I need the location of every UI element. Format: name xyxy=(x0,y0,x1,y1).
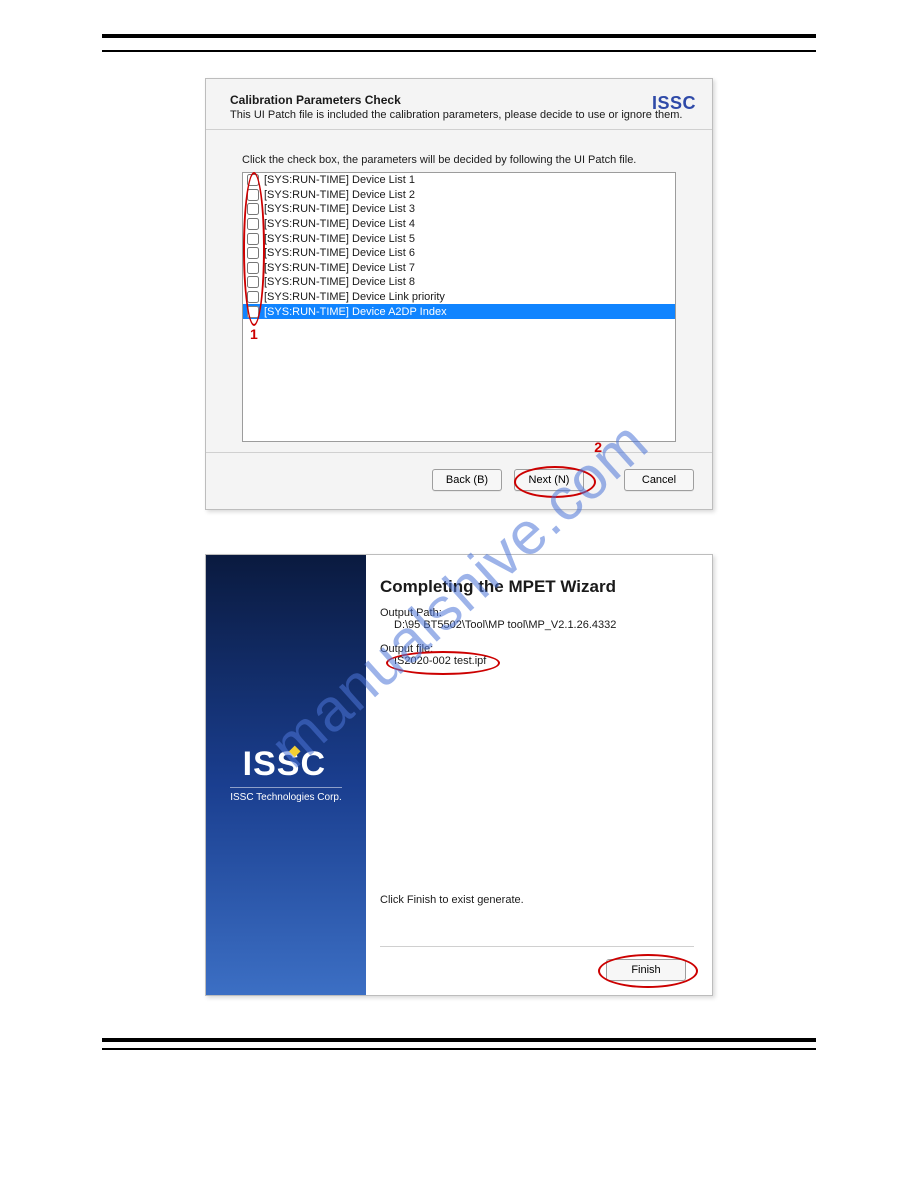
list-item-label: [SYS:RUN-TIME] Device List 8 xyxy=(264,276,415,288)
finish-button[interactable]: Finish xyxy=(606,959,686,981)
dialog-button-row: Back (B) Next (N) Cancel 2 xyxy=(206,452,712,509)
list-item[interactable]: [SYS:RUN-TIME] Device List 1 xyxy=(243,173,675,188)
list-item-label: [SYS:RUN-TIME] Device List 2 xyxy=(264,189,415,201)
output-file-text: IS2020-002 test.ipf xyxy=(394,655,486,667)
list-item-checkbox[interactable] xyxy=(247,218,259,230)
list-item-label: [SYS:RUN-TIME] Device List 1 xyxy=(264,174,415,186)
list-item-checkbox[interactable] xyxy=(247,174,259,186)
dialog-header: Calibration Parameters Check This UI Pat… xyxy=(206,79,712,129)
document-page: Calibration Parameters Check This UI Pat… xyxy=(0,0,918,1188)
wizard-title: Completing the MPET Wizard xyxy=(380,577,694,597)
dialog-header-text: Calibration Parameters Check This UI Pat… xyxy=(230,93,590,121)
list-item-checkbox[interactable] xyxy=(247,189,259,201)
output-file-value: IS2020-002 test.ipf xyxy=(394,655,694,667)
list-item-checkbox[interactable] xyxy=(247,276,259,288)
list-item-label: [SYS:RUN-TIME] Device List 5 xyxy=(264,233,415,245)
list-item-label: [SYS:RUN-TIME] Device List 6 xyxy=(264,247,415,259)
list-item-checkbox[interactable] xyxy=(247,247,259,259)
screenshot-stack: Calibration Parameters Check This UI Pat… xyxy=(102,78,816,996)
list-item-checkbox[interactable] xyxy=(247,306,259,318)
issc-logo-large: ISSC xyxy=(243,745,326,783)
list-item-checkbox[interactable] xyxy=(247,291,259,303)
wizard-main: Completing the MPET Wizard Output Path: … xyxy=(366,555,712,995)
list-item[interactable]: [SYS:RUN-TIME] Device List 8 xyxy=(243,275,675,290)
dialog-subtitle: This UI Patch file is included the calib… xyxy=(230,109,590,121)
list-item[interactable]: [SYS:RUN-TIME] Device List 4 xyxy=(243,217,675,232)
list-item[interactable]: [SYS:RUN-TIME] Device List 6 xyxy=(243,246,675,261)
list-item-label: [SYS:RUN-TIME] Device List 4 xyxy=(264,218,415,230)
list-item[interactable]: [SYS:RUN-TIME] Device List 7 xyxy=(243,261,675,276)
issc-logo-caption: ISSC Technologies Corp. xyxy=(230,787,342,803)
output-path-label: Output Path: xyxy=(380,607,694,619)
list-item[interactable]: [SYS:RUN-TIME] Device List 3 xyxy=(243,202,675,217)
issc-logo: ISSC xyxy=(652,93,696,114)
list-item[interactable]: [SYS:RUN-TIME] Device Link priority xyxy=(243,290,675,305)
dialog-title: Calibration Parameters Check xyxy=(230,93,590,107)
list-item-label: [SYS:RUN-TIME] Device List 3 xyxy=(264,203,415,215)
list-item-label: [SYS:RUN-TIME] Device Link priority xyxy=(264,291,445,303)
wizard-side-banner: ISSC ◆ ISSC Technologies Corp. xyxy=(206,555,366,995)
bottom-rule-thin xyxy=(102,1048,816,1050)
list-item[interactable]: [SYS:RUN-TIME] Device A2DP Index xyxy=(243,304,675,319)
list-item-checkbox[interactable] xyxy=(247,233,259,245)
list-item[interactable]: [SYS:RUN-TIME] Device List 5 xyxy=(243,231,675,246)
cancel-button[interactable]: Cancel xyxy=(624,469,694,491)
top-rule-thick xyxy=(102,34,816,38)
list-item-label: [SYS:RUN-TIME] Device List 7 xyxy=(264,262,415,274)
mpet-wizard: ISSC ◆ ISSC Technologies Corp. Completin… xyxy=(205,554,713,996)
calibration-dialog: Calibration Parameters Check This UI Pat… xyxy=(205,78,713,510)
top-rule-thin xyxy=(102,50,816,52)
parameter-listbox[interactable]: [SYS:RUN-TIME] Device List 1 [SYS:RUN-TI… xyxy=(242,172,676,442)
back-button[interactable]: Back (B) xyxy=(432,469,502,491)
wizard-finish-message: Click Finish to exist generate. xyxy=(380,894,694,906)
list-item-checkbox[interactable] xyxy=(247,203,259,215)
dialog-body: Click the check box, the parameters will… xyxy=(206,130,712,452)
dialog-instruction: Click the check box, the parameters will… xyxy=(242,154,676,166)
list-item[interactable]: [SYS:RUN-TIME] Device List 2 xyxy=(243,188,675,203)
list-item-label: [SYS:RUN-TIME] Device A2DP Index xyxy=(264,306,447,318)
output-path-value: D:\95 BT5502\Tool\MP tool\MP_V2.1.26.433… xyxy=(394,619,694,631)
wizard-button-row: Finish xyxy=(380,946,694,995)
list-item-checkbox[interactable] xyxy=(247,262,259,274)
output-file-label: Output file: xyxy=(380,643,694,655)
bottom-rule-thick xyxy=(102,1038,816,1042)
next-button[interactable]: Next (N) xyxy=(514,469,584,491)
